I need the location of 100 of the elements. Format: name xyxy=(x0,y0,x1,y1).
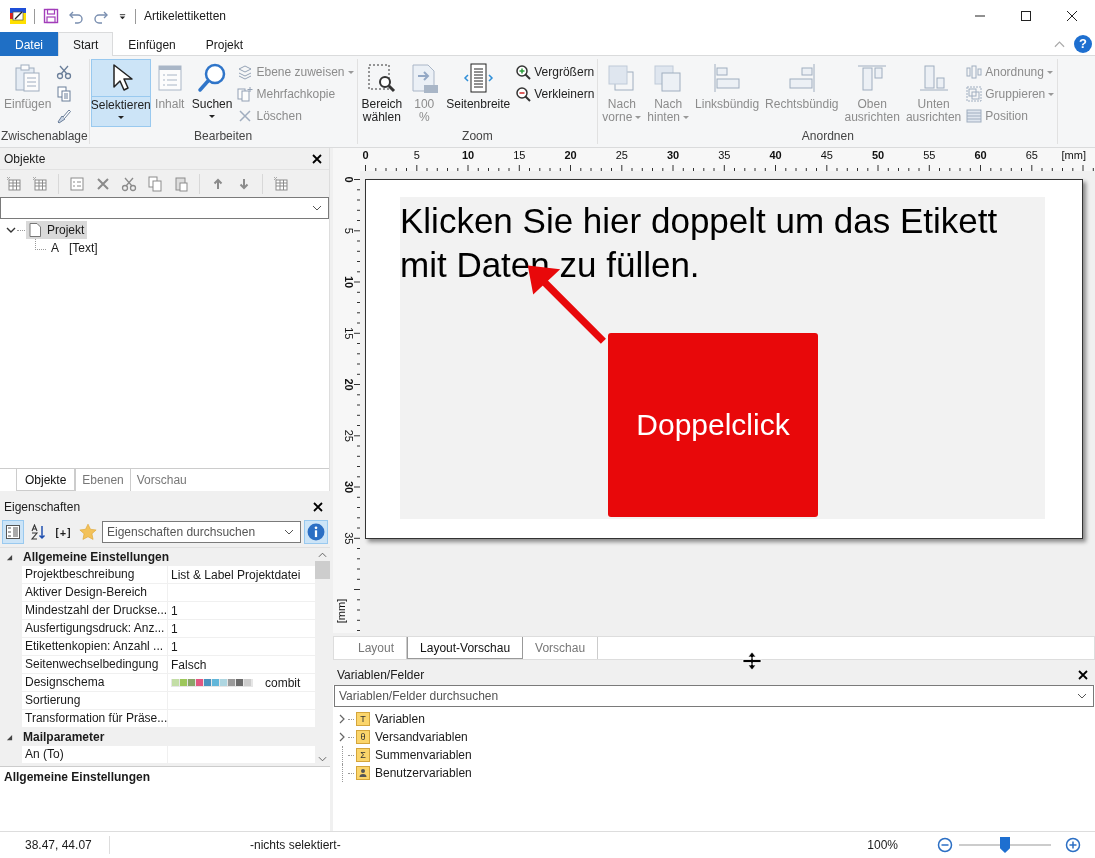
properties-icon[interactable] xyxy=(69,175,85,192)
layers-icon xyxy=(237,64,254,80)
table-icon[interactable] xyxy=(32,175,48,192)
tree-item[interactable]: A [Text] xyxy=(46,239,101,257)
scroll-up-icon[interactable] xyxy=(318,552,327,558)
customize-caret-icon[interactable] xyxy=(118,11,127,21)
tree-item[interactable]: Variablen xyxy=(375,712,425,726)
close-icon xyxy=(1066,10,1078,22)
property-name: Seitenwechselbedingung xyxy=(22,656,168,673)
delete-icon[interactable] xyxy=(95,175,111,192)
close-icon[interactable] xyxy=(312,153,322,164)
group-icon xyxy=(966,86,983,102)
tree-item[interactable]: Summenvariablen xyxy=(375,748,472,762)
ribbon-button[interactable]: Verkleinern xyxy=(513,84,597,104)
zoom-area-icon xyxy=(365,62,398,94)
ruler-label: 15 xyxy=(343,327,355,340)
ruler-label: 25 xyxy=(615,149,628,161)
expand-chevron-icon[interactable] xyxy=(339,714,345,724)
panel-tab[interactable]: Objekte xyxy=(16,469,76,491)
ruler-label: 15 xyxy=(513,149,526,161)
ribbon-button[interactable]: Vergrößern xyxy=(513,62,597,82)
panel-tab[interactable]: Ebenen xyxy=(75,469,130,491)
ruler-label: 5 xyxy=(343,227,355,234)
zoom-in-icon xyxy=(515,64,532,80)
caret-icon xyxy=(683,116,690,119)
category-header[interactable]: Mailparameter xyxy=(0,728,315,746)
ruler-label: 35 xyxy=(343,532,355,545)
close-icon[interactable] xyxy=(313,501,323,512)
expand-all-button[interactable]: [+] xyxy=(52,520,74,544)
ruler-label: 50 xyxy=(871,149,885,161)
ruler-label: 25 xyxy=(343,429,355,442)
panel-title: Objekte xyxy=(4,151,46,166)
ribbon-button[interactable]: Suchen xyxy=(188,59,236,127)
ruler-label: 40 xyxy=(769,149,782,161)
ruler-label: 30 xyxy=(343,480,355,494)
tree-item[interactable]: Benutzervariablen xyxy=(375,766,472,780)
chevron-down-icon xyxy=(1077,693,1087,699)
ruler-unit-label: [mm] xyxy=(335,598,347,624)
help-button[interactable]: ? xyxy=(1074,34,1092,53)
categorized-button[interactable] xyxy=(2,520,24,544)
ribbon-tab[interactable]: Projekt xyxy=(190,32,259,56)
scrollbar-thumb[interactable] xyxy=(315,561,330,579)
app-icon xyxy=(10,8,26,24)
ribbon-button[interactable]: Seitenbreite xyxy=(443,59,514,127)
caret-icon xyxy=(1048,92,1055,96)
ribbon-tab[interactable]: Einfügen xyxy=(113,32,191,56)
expand-chevron-icon[interactable] xyxy=(339,732,345,742)
copy-icon[interactable] xyxy=(147,175,163,192)
collapse-ribbon-icon[interactable] xyxy=(1054,39,1065,48)
tree-item[interactable]: Projekt xyxy=(26,221,88,239)
table-icon[interactable] xyxy=(6,175,22,192)
tree-item[interactable]: Versandvariablen xyxy=(375,730,468,744)
panel-tab[interactable]: Vorschau xyxy=(129,469,193,491)
variable-search-field[interactable]: Variablen/Felder durchsuchen xyxy=(334,685,1094,707)
caret-icon xyxy=(347,70,354,74)
slider-thumb[interactable] xyxy=(1000,837,1010,853)
view-tab[interactable]: Vorschau xyxy=(523,637,599,659)
save-icon[interactable] xyxy=(43,8,59,24)
scroll-down-icon[interactable] xyxy=(318,756,327,762)
panel-title: Variablen/Felder xyxy=(337,667,425,682)
align-bottom-icon xyxy=(917,62,950,94)
group-label: Zoom xyxy=(461,129,494,144)
scissors-icon[interactable] xyxy=(121,175,137,192)
info-button[interactable] xyxy=(304,520,328,544)
ribbon-button[interactable]: Bereich wählen xyxy=(358,59,406,127)
group-label: Bearbeiten xyxy=(193,129,254,144)
property-name: Mindestzahl der Druckse... xyxy=(22,602,168,619)
table-icon[interactable] xyxy=(273,175,289,192)
document-icon xyxy=(29,223,41,237)
ribbon-tab[interactable]: Datei xyxy=(0,32,58,56)
scissors-icon xyxy=(56,64,73,80)
object-filter-dropdown[interactable] xyxy=(0,197,329,219)
property-name: Designschema xyxy=(22,674,168,691)
window-title: Artikelettiketten xyxy=(144,9,227,23)
selection-status: -nichts selektiert- xyxy=(250,838,341,852)
chevron-down-icon xyxy=(312,205,322,211)
close-icon[interactable] xyxy=(1078,669,1088,680)
property-name: Aktiver Design-Bereich xyxy=(22,584,168,601)
expand-chevron-icon[interactable] xyxy=(6,225,16,235)
property-search-field[interactable]: Eigenschaften durchsuchen xyxy=(102,521,301,543)
maximize-icon xyxy=(1020,10,1032,22)
caret-icon xyxy=(117,115,124,119)
zoom-in-icon[interactable] xyxy=(1065,837,1081,853)
ruler-label: 55 xyxy=(923,149,936,161)
paste-icon[interactable] xyxy=(173,175,189,192)
page-width-icon xyxy=(462,62,495,94)
description-title: Allgemeine Einstellungen xyxy=(4,770,151,784)
view-tab[interactable]: Layout-Vorschau xyxy=(407,637,524,659)
ruler-label: 65 xyxy=(1025,149,1038,161)
property-name: Etikettenkopien: Anzahl ... xyxy=(22,638,168,655)
panel-title: Eigenschaften xyxy=(4,499,81,514)
zoom-slider[interactable] xyxy=(959,837,1051,853)
ruler-unit-label: [mm] xyxy=(1061,149,1086,161)
ribbon-tab[interactable]: Start xyxy=(58,32,114,56)
category-header[interactable]: Allgemeine Einstellungen xyxy=(0,548,315,566)
zoom-out-icon[interactable] xyxy=(937,837,953,853)
align-top-icon xyxy=(856,62,889,94)
scrollbar[interactable] xyxy=(315,548,330,766)
ribbon-button[interactable]: Selektieren xyxy=(90,59,151,127)
ruler-label: 10 xyxy=(343,275,355,289)
